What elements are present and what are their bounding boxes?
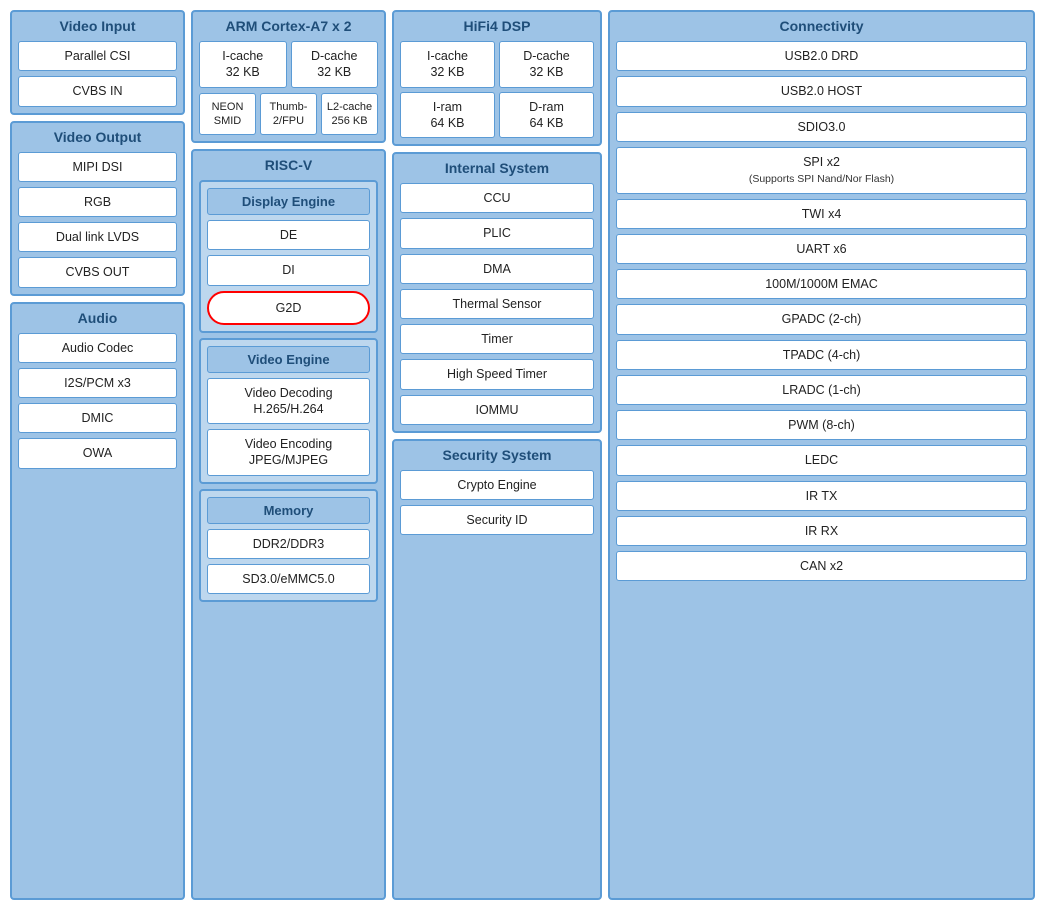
pwm: PWM (8-ch) [616, 410, 1027, 440]
lradc: LRADC (1-ch) [616, 375, 1027, 405]
spi-x2-box: SPI x2 (Supports SPI Nand/Nor Flash) [616, 147, 1027, 194]
usb2-drd: USB2.0 DRD [616, 41, 1027, 71]
arm-l2cache: L2-cache256 KB [321, 93, 378, 136]
i2s-pcm: I2S/PCM x3 [18, 368, 177, 398]
can-x2: CAN x2 [616, 551, 1027, 581]
high-speed-timer: High Speed Timer [400, 359, 594, 389]
audio-title: Audio [18, 310, 177, 328]
hifi-dram: D-ram64 KB [499, 92, 594, 139]
display-engine-box: Display Engine DE DI G2D [199, 180, 378, 333]
video-engine-box: Video Engine Video DecodingH.265/H.264 V… [199, 338, 378, 484]
internal-system-box: Internal System CCU PLIC DMA Thermal Sen… [392, 152, 602, 433]
internal-system-title: Internal System [400, 160, 594, 178]
video-input-title: Video Input [18, 18, 177, 36]
riscv-title: RISC-V [199, 157, 378, 175]
arm-cortex-title: ARM Cortex-A7 x 2 [199, 18, 378, 36]
rgb: RGB [18, 187, 177, 217]
connectivity-box: Connectivity USB2.0 DRD USB2.0 HOST SDIO… [608, 10, 1035, 900]
video-input-box: Video Input Parallel CSI CVBS IN [10, 10, 185, 115]
usb2-host: USB2.0 HOST [616, 76, 1027, 106]
arm-dcache: D-cache32 KB [291, 41, 379, 88]
ir-rx: IR RX [616, 516, 1027, 546]
hifi-icache: I-cache32 KB [400, 41, 495, 88]
spi-x2-label: SPI x2 [803, 155, 840, 169]
riscv-box: RISC-V Display Engine DE DI G2D Video En… [191, 149, 386, 900]
owa: OWA [18, 438, 177, 468]
emac: 100M/1000M EMAC [616, 269, 1027, 299]
sd30-emmc: SD3.0/eMMC5.0 [207, 564, 370, 594]
hifi4-title: HiFi4 DSP [400, 18, 594, 36]
timer: Timer [400, 324, 594, 354]
memory-box: Memory DDR2/DDR3 SD3.0/eMMC5.0 [199, 489, 378, 603]
ir-tx: IR TX [616, 481, 1027, 511]
arm-cortex-box: ARM Cortex-A7 x 2 I-cache32 KB D-cache32… [191, 10, 386, 143]
dual-link-lvds: Dual link LVDS [18, 222, 177, 252]
plic: PLIC [400, 218, 594, 248]
twi-x4: TWI x4 [616, 199, 1027, 229]
spi-note: (Supports SPI Nand/Nor Flash) [749, 173, 894, 185]
tpadc: TPADC (4-ch) [616, 340, 1027, 370]
video-encoding: Video EncodingJPEG/MJPEG [207, 429, 370, 476]
crypto-engine: Crypto Engine [400, 470, 594, 500]
arm-neon: NEONSMID [199, 93, 256, 136]
cvbs-in: CVBS IN [18, 76, 177, 106]
thermal-sensor: Thermal Sensor [400, 289, 594, 319]
hifi4-box: HiFi4 DSP I-cache32 KB D-cache32 KB I-ra… [392, 10, 602, 146]
uart-x6: UART x6 [616, 234, 1027, 264]
de-item: DE [207, 220, 370, 250]
g2d-item: G2D [207, 291, 370, 325]
dma: DMA [400, 254, 594, 284]
hifi-dcache: D-cache32 KB [499, 41, 594, 88]
chip-diagram: Video Input Parallel CSI CVBS IN Video O… [10, 10, 1035, 900]
arm-icache: I-cache32 KB [199, 41, 287, 88]
memory-title: Memory [207, 497, 370, 524]
display-engine-title: Display Engine [207, 188, 370, 215]
audio-box: Audio Audio Codec I2S/PCM x3 DMIC OWA [10, 302, 185, 901]
sdio30: SDIO3.0 [616, 112, 1027, 142]
video-engine-title: Video Engine [207, 346, 370, 373]
security-system-title: Security System [400, 447, 594, 465]
ccu: CCU [400, 183, 594, 213]
dmic: DMIC [18, 403, 177, 433]
video-output-title: Video Output [18, 129, 177, 147]
iommu: IOMMU [400, 395, 594, 425]
cvbs-out: CVBS OUT [18, 257, 177, 287]
security-system-box: Security System Crypto Engine Security I… [392, 439, 602, 900]
ddr2-ddr3: DDR2/DDR3 [207, 529, 370, 559]
audio-codec: Audio Codec [18, 333, 177, 363]
arm-thumb: Thumb-2/FPU [260, 93, 317, 136]
video-output-box: Video Output MIPI DSI RGB Dual link LVDS… [10, 121, 185, 296]
mipi-dsi: MIPI DSI [18, 152, 177, 182]
di-item: DI [207, 255, 370, 285]
hifi-iram: I-ram64 KB [400, 92, 495, 139]
video-decoding: Video DecodingH.265/H.264 [207, 378, 370, 425]
ledc: LEDC [616, 445, 1027, 475]
connectivity-title: Connectivity [616, 18, 1027, 36]
parallel-csi: Parallel CSI [18, 41, 177, 71]
security-id: Security ID [400, 505, 594, 535]
gpadc: GPADC (2-ch) [616, 304, 1027, 334]
